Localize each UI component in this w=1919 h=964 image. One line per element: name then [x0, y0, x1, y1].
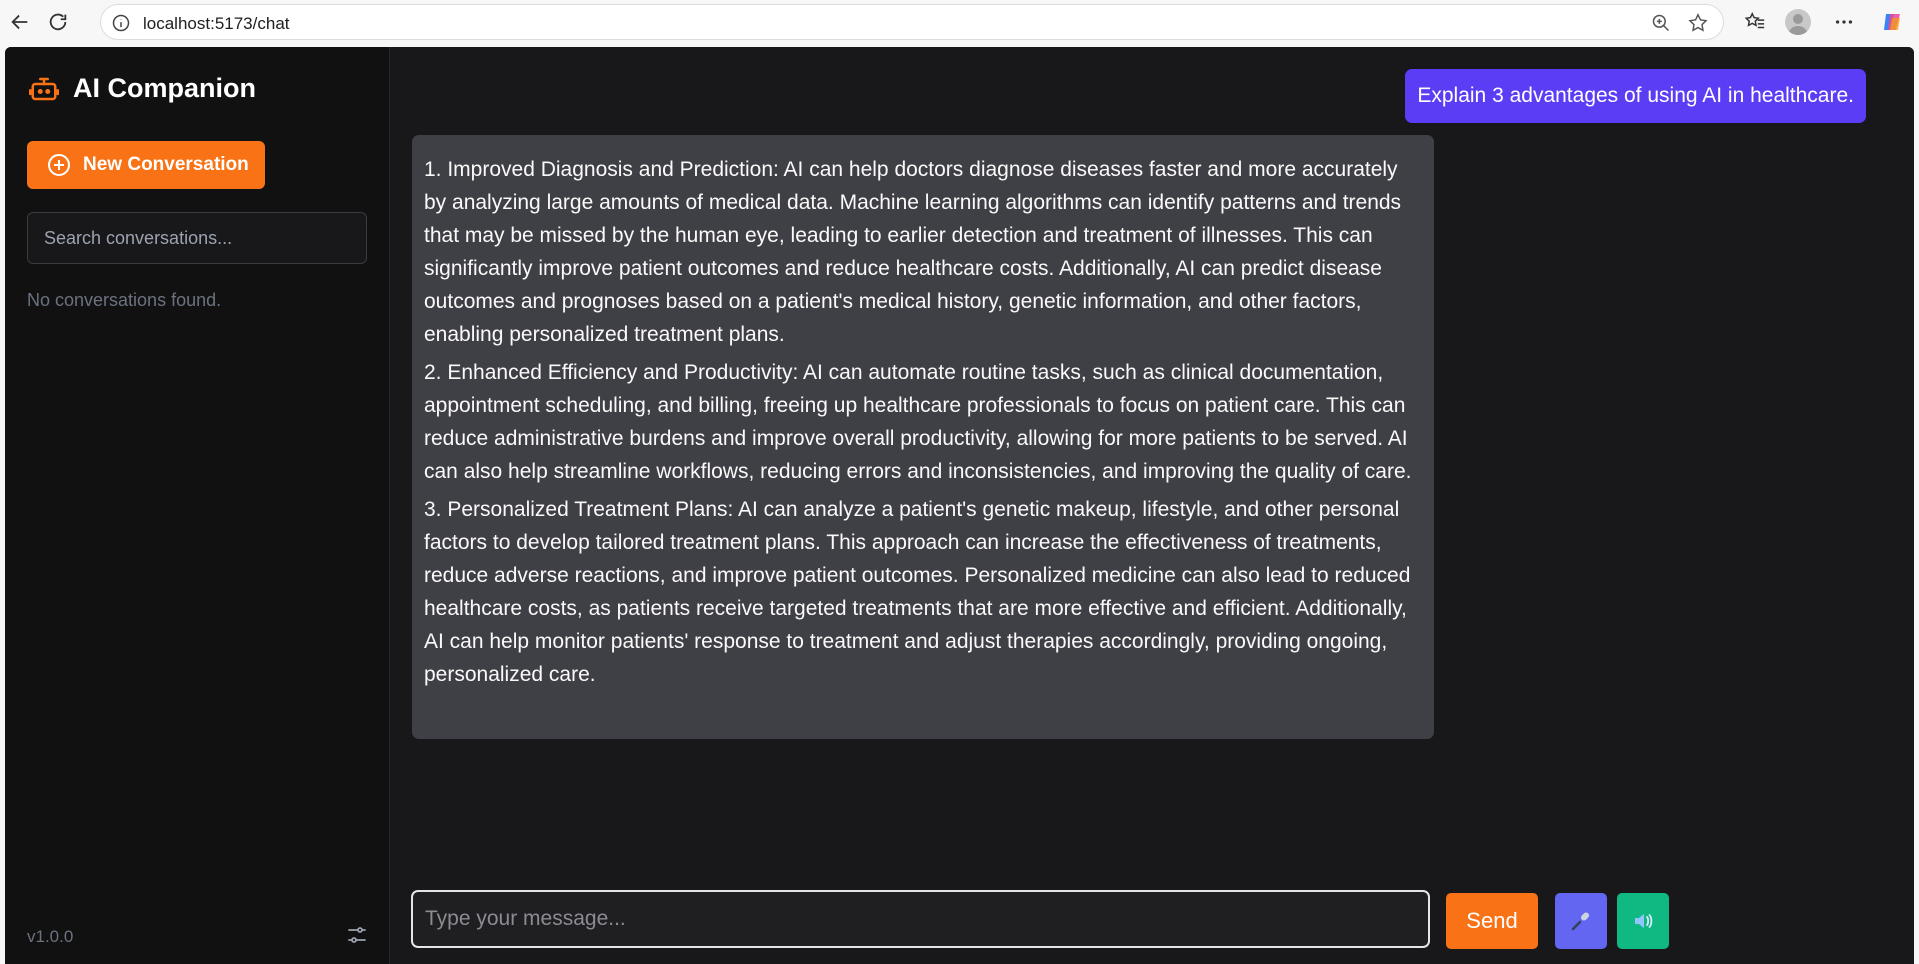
user-message-text: Explain 3 advantages of using AI in heal…: [1417, 84, 1854, 107]
back-arrow-icon[interactable]: [6, 8, 34, 36]
more-menu-icon[interactable]: [1830, 8, 1858, 36]
version-label: v1.0.0: [27, 927, 74, 946]
browser-toolbar: localhost:5173/chat: [0, 0, 1919, 44]
microphone-button[interactable]: [1555, 893, 1607, 949]
user-message-bubble: Explain 3 advantages of using AI in heal…: [1405, 69, 1866, 123]
new-conversation-button[interactable]: New Conversation: [27, 141, 265, 189]
app-title: AI Companion: [73, 73, 256, 103]
assistant-paragraph: 2. Enhanced Efficiency and Productivity:…: [424, 361, 1412, 483]
info-icon[interactable]: [111, 13, 131, 33]
zoom-icon[interactable]: [1651, 13, 1671, 33]
favorites-list-icon[interactable]: [1741, 8, 1769, 36]
message-input[interactable]: [411, 890, 1430, 948]
plus-circle-icon: [48, 154, 70, 176]
new-conversation-label: New Conversation: [83, 154, 249, 175]
profile-avatar[interactable]: [1784, 8, 1812, 36]
copilot-icon[interactable]: [1878, 8, 1906, 36]
app-window: AI Companion New Conversation No convers…: [5, 47, 1914, 964]
sliders-icon[interactable]: [345, 923, 369, 947]
assistant-paragraph: 3. Personalized Treatment Plans: AI can …: [424, 498, 1411, 686]
sidebar: AI Companion New Conversation No convers…: [5, 47, 390, 964]
send-button[interactable]: Send: [1446, 893, 1538, 949]
robot-icon: [29, 77, 59, 100]
microphone-icon: [1571, 912, 1590, 931]
chat-panel: Explain 3 advantages of using AI in heal…: [391, 47, 1914, 964]
brand: AI Companion: [29, 73, 256, 104]
empty-conversations-text: No conversations found.: [27, 290, 222, 310]
reload-icon[interactable]: [44, 8, 72, 36]
search-conversations-input[interactable]: [27, 212, 367, 264]
assistant-message-bubble: 1. Improved Diagnosis and Prediction: AI…: [412, 135, 1434, 739]
speaker-button[interactable]: [1617, 893, 1669, 949]
address-bar[interactable]: localhost:5173/chat: [100, 4, 1724, 40]
speaker-icon: [1635, 914, 1653, 928]
favorite-star-icon[interactable]: [1687, 12, 1709, 34]
url-text[interactable]: localhost:5173/chat: [143, 14, 290, 34]
assistant-paragraph: 1. Improved Diagnosis and Prediction: AI…: [424, 158, 1402, 346]
